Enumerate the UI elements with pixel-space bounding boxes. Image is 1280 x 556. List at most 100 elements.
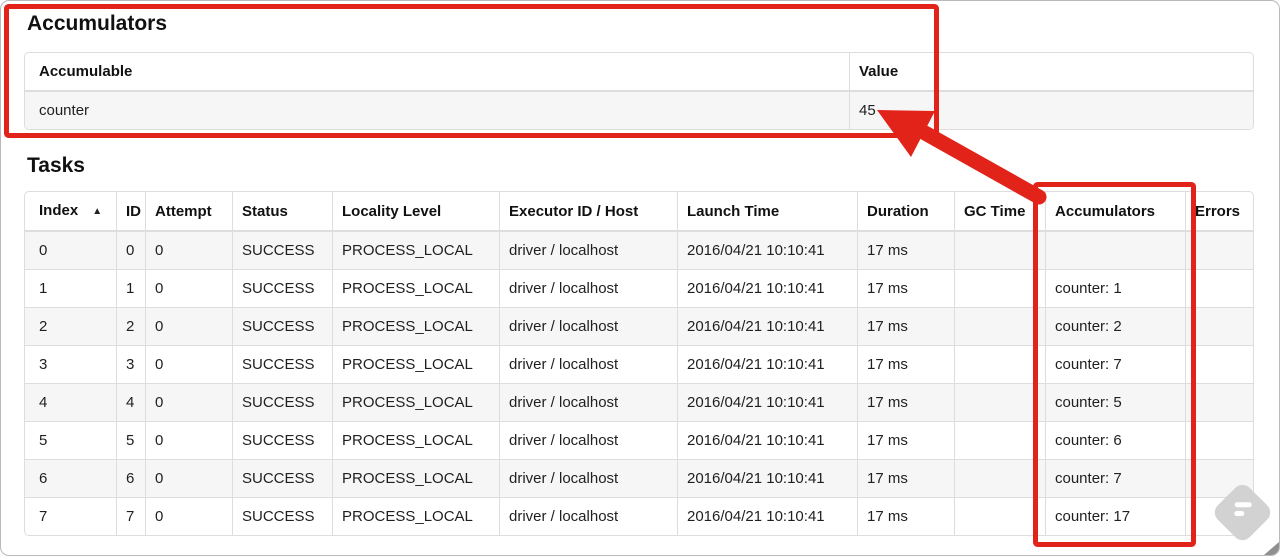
gc-time-cell <box>954 345 1045 383</box>
column-header-locality-level[interactable]: Locality Level <box>332 192 499 232</box>
accumulators-cell: counter: 2 <box>1045 307 1185 345</box>
sort-asc-icon: ▲ <box>92 206 103 217</box>
accumulators-cell <box>1045 232 1185 269</box>
table-row: 6 6 0 SUCCESS PROCESS_LOCAL driver / loc… <box>25 459 1253 497</box>
column-header-gc-time[interactable]: GC Time <box>954 192 1045 232</box>
gc-time-cell <box>954 269 1045 307</box>
column-header-accumulable[interactable]: Accumulable <box>25 53 849 92</box>
id-cell: 3 <box>116 345 145 383</box>
tasks-section-title: Tasks <box>27 154 85 177</box>
locality-cell: PROCESS_LOCAL <box>332 421 499 459</box>
errors-cell <box>1185 383 1253 421</box>
cursor-fragment <box>1264 542 1279 555</box>
launch-time-cell: 2016/04/21 10:10:41 <box>677 459 857 497</box>
accumulators-cell: counter: 17 <box>1045 497 1185 535</box>
column-header-index[interactable]: Index ▲ <box>25 192 116 232</box>
column-header-id[interactable]: ID <box>116 192 145 232</box>
tasks-table: Index ▲ ID Attempt Status Locality Level … <box>24 191 1254 536</box>
column-header-duration[interactable]: Duration <box>857 192 954 232</box>
index-cell: 7 <box>25 497 116 535</box>
index-cell: 0 <box>39 242 48 259</box>
status-cell: SUCCESS <box>232 269 332 307</box>
status-cell: SUCCESS <box>232 497 332 535</box>
attempt-cell: 0 <box>145 421 232 459</box>
column-header-status[interactable]: Status <box>232 192 332 232</box>
column-header-attempt[interactable]: Attempt <box>145 192 232 232</box>
gc-time-cell <box>954 232 1045 269</box>
accumulable-value-cell: 45 <box>849 92 1253 129</box>
executor-cell: driver / localhost <box>499 497 677 535</box>
id-cell: 0 <box>116 232 145 269</box>
attempt-cell: 0 <box>145 383 232 421</box>
launch-time-cell: 2016/04/21 10:10:41 <box>677 497 857 535</box>
executor-cell: driver / localhost <box>499 232 677 269</box>
locality-cell: PROCESS_LOCAL <box>332 345 499 383</box>
errors-cell <box>1185 269 1253 307</box>
column-header-errors[interactable]: Errors <box>1185 192 1253 232</box>
accumulable-name-cell: counter <box>39 102 90 119</box>
id-cell: 6 <box>116 459 145 497</box>
browser-viewport: Accumulators Accumulable Value counter 4… <box>0 0 1280 556</box>
errors-cell <box>1185 345 1253 383</box>
duration-cell: 17 ms <box>857 232 954 269</box>
column-header-value[interactable]: Value <box>849 53 1253 92</box>
launch-time-cell: 2016/04/21 10:10:41 <box>677 232 857 269</box>
status-cell: SUCCESS <box>232 232 332 269</box>
index-cell: 2 <box>25 307 116 345</box>
errors-cell <box>1185 232 1253 269</box>
executor-cell: driver / localhost <box>499 307 677 345</box>
status-cell: SUCCESS <box>232 345 332 383</box>
executor-cell: driver / localhost <box>499 421 677 459</box>
accumulator-row: counter 45 <box>25 92 1253 129</box>
index-cell: 1 <box>25 269 116 307</box>
index-cell: 5 <box>25 421 116 459</box>
column-header-executor-id-host[interactable]: Executor ID / Host <box>499 192 677 232</box>
attempt-cell: 0 <box>145 269 232 307</box>
locality-cell: PROCESS_LOCAL <box>332 383 499 421</box>
status-cell: SUCCESS <box>232 307 332 345</box>
status-cell: SUCCESS <box>232 421 332 459</box>
index-cell: 6 <box>25 459 116 497</box>
launch-time-cell: 2016/04/21 10:10:41 <box>677 383 857 421</box>
index-cell: 3 <box>25 345 116 383</box>
locality-cell: PROCESS_LOCAL <box>332 269 499 307</box>
locality-cell: PROCESS_LOCAL <box>332 307 499 345</box>
errors-cell <box>1185 307 1253 345</box>
executor-cell: driver / localhost <box>499 345 677 383</box>
table-row: 2 2 0 SUCCESS PROCESS_LOCAL driver / loc… <box>25 307 1253 345</box>
tasks-header-row: Index ▲ ID Attempt Status Locality Level … <box>25 192 1253 232</box>
launch-time-cell: 2016/04/21 10:10:41 <box>677 307 857 345</box>
executor-cell: driver / localhost <box>499 459 677 497</box>
executor-cell: driver / localhost <box>499 383 677 421</box>
id-cell: 1 <box>116 269 145 307</box>
duration-cell: 17 ms <box>857 459 954 497</box>
locality-cell: PROCESS_LOCAL <box>332 232 499 269</box>
table-row: 4 4 0 SUCCESS PROCESS_LOCAL driver / loc… <box>25 383 1253 421</box>
duration-cell: 17 ms <box>857 421 954 459</box>
gc-time-cell <box>954 497 1045 535</box>
index-cell: 4 <box>25 383 116 421</box>
column-header-launch-time[interactable]: Launch Time <box>677 192 857 232</box>
accumulators-cell: counter: 1 <box>1045 269 1185 307</box>
id-cell: 5 <box>116 421 145 459</box>
accumulators-cell: counter: 5 <box>1045 383 1185 421</box>
duration-cell: 17 ms <box>857 497 954 535</box>
column-header-accumulators[interactable]: Accumulators <box>1045 192 1185 232</box>
accumulators-table: Accumulable Value counter 45 <box>24 52 1254 130</box>
index-header-label: Index <box>39 202 79 219</box>
duration-cell: 17 ms <box>857 345 954 383</box>
gc-time-cell <box>954 459 1045 497</box>
duration-cell: 17 ms <box>857 307 954 345</box>
attempt-cell: 0 <box>145 232 232 269</box>
launch-time-cell: 2016/04/21 10:10:41 <box>677 269 857 307</box>
gc-time-cell <box>954 383 1045 421</box>
status-cell: SUCCESS <box>232 383 332 421</box>
errors-cell <box>1185 497 1253 535</box>
gc-time-cell <box>954 307 1045 345</box>
accumulators-header-row: Accumulable Value <box>25 53 1253 92</box>
id-cell: 2 <box>116 307 145 345</box>
attempt-cell: 0 <box>145 307 232 345</box>
accumulators-cell: counter: 7 <box>1045 459 1185 497</box>
errors-cell <box>1185 459 1253 497</box>
accumulators-cell: counter: 7 <box>1045 345 1185 383</box>
